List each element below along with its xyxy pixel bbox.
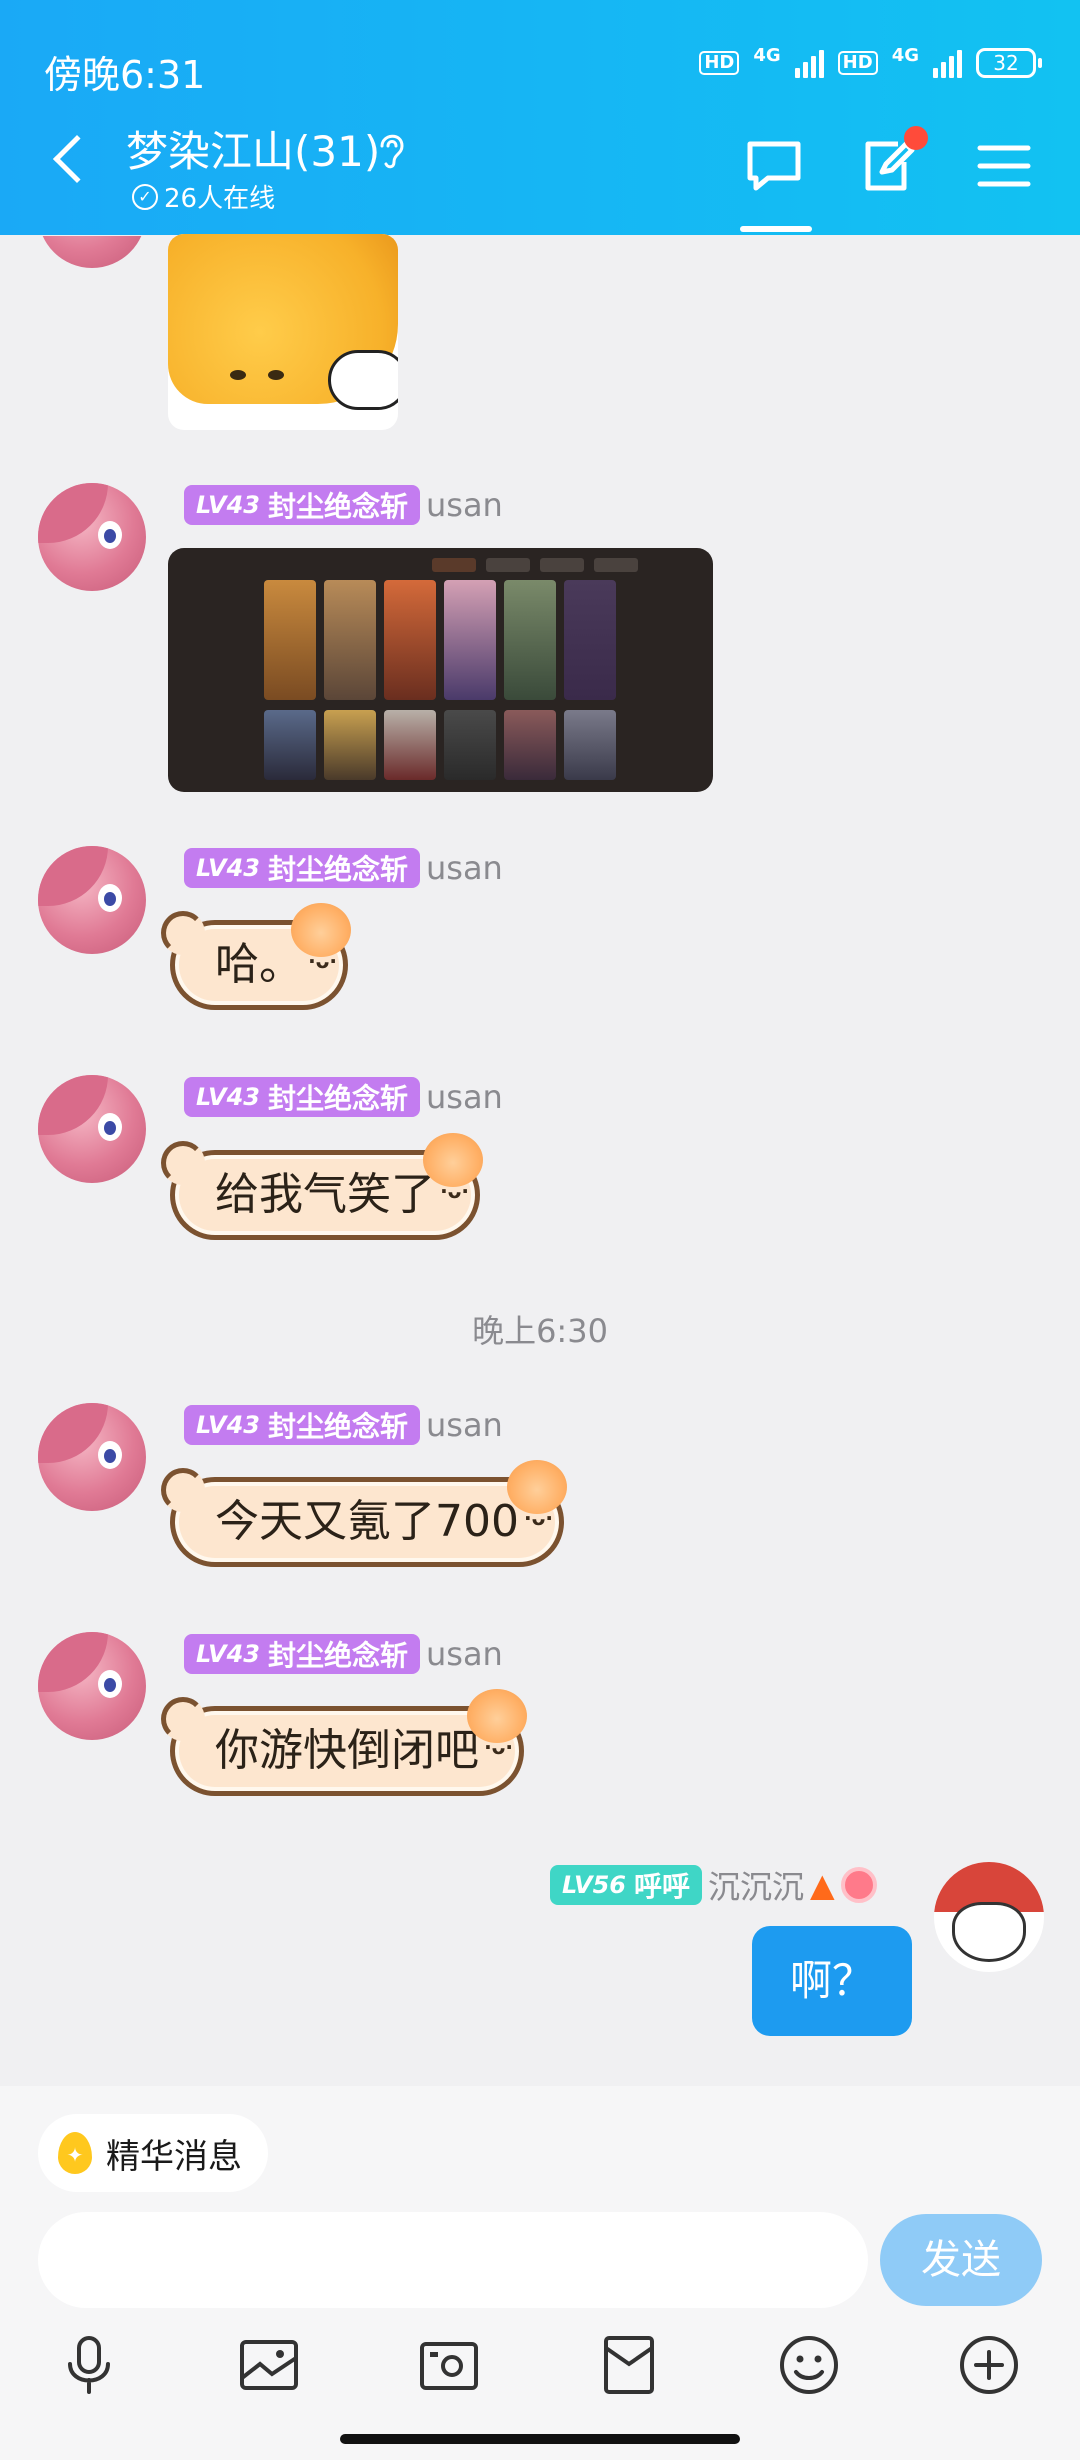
sender-name: usan (425, 849, 503, 887)
level-badge: LV43 封尘绝念斩 (184, 1077, 420, 1117)
avatar[interactable] (38, 1403, 146, 1511)
my-name: 沉沉沉 (707, 1868, 804, 1906)
sticker-image[interactable] (168, 234, 398, 430)
my-avatar[interactable] (934, 1862, 1044, 1972)
essence-label: 精华消息 (106, 2136, 242, 2177)
notification-dot (904, 126, 928, 150)
my-sender-row: LV56 呼呼 沉沉沉 ▲ (550, 1862, 877, 1908)
sender-name: usan (425, 1635, 503, 1673)
chat-bubble-icon[interactable] (744, 136, 804, 196)
online-count: 26人在线 (164, 184, 276, 214)
message-text: 给我气笑了 (215, 1169, 435, 1220)
active-tab-indicator (740, 226, 812, 232)
hd-badge-2: HD (837, 51, 878, 75)
sender-name: usan (425, 486, 503, 524)
signal-icon (794, 48, 824, 78)
online-check-icon: ✓ (132, 183, 158, 210)
flower-badge-icon (840, 1867, 877, 1903)
puppy-decoration-icon: ·ᴗ· (308, 949, 337, 973)
avatar[interactable] (38, 1632, 146, 1740)
message-bubble[interactable]: 你游快倒闭吧 ·ᴗ· (161, 1689, 527, 1796)
online-status: ✓ 26人在线 (132, 178, 275, 215)
message-text: 今天又氪了700 (215, 1496, 519, 1547)
camera-icon[interactable] (414, 2330, 484, 2400)
hd-badge: HD (699, 51, 740, 75)
sender-row: LV43 封尘绝念斩 usan (184, 485, 503, 525)
level-badge: LV43 封尘绝念斩 (184, 485, 420, 525)
avatar[interactable] (38, 846, 146, 954)
microphone-icon[interactable] (54, 2330, 124, 2400)
signal-icon-2 (933, 48, 962, 78)
essence-messages-button[interactable]: ✦ 精华消息 (38, 2114, 268, 2192)
menu-icon[interactable] (974, 136, 1034, 196)
level-badge: LV43 封尘绝念斩 (184, 1634, 420, 1674)
status-time: 傍晚6:31 (44, 53, 206, 97)
back-icon[interactable] (52, 134, 102, 184)
chat-header: 傍晚6:31 HD 4G HD 4G 32 梦染江山(31) ✓ 26人在线 (0, 0, 1080, 235)
message-bubble[interactable]: 今天又氪了700 ·ᴗ· (161, 1460, 567, 1567)
sender-name: usan (425, 1406, 503, 1444)
sender-row: LV43 封尘绝念斩 usan (184, 1405, 503, 1445)
red-packet-icon[interactable] (594, 2330, 664, 2400)
avatar[interactable] (38, 483, 146, 591)
plus-icon[interactable] (954, 2330, 1024, 2400)
network-label: 4G (753, 44, 781, 66)
message-text: 哈。 (215, 939, 303, 990)
time-separator: 晚上6:30 (472, 1312, 608, 1350)
photo-icon[interactable] (234, 2330, 304, 2400)
group-title[interactable]: 梦染江山(31) (126, 118, 380, 179)
status-icons: HD 4G HD 4G 32 (699, 44, 1042, 78)
message-bubble[interactable]: 哈。 ·ᴗ· (161, 903, 351, 1010)
essence-icon: ✦ (58, 2132, 92, 2174)
puppy-decoration-icon: ·ᴗ· (440, 1179, 469, 1203)
fire-icon: ▲ (810, 1866, 835, 1904)
battery-icon: 32 (976, 48, 1042, 78)
sender-row: LV43 封尘绝念斩 usan (184, 1077, 503, 1117)
message-input[interactable] (38, 2212, 868, 2308)
avatar[interactable] (38, 1075, 146, 1183)
message-bubble[interactable]: 给我气笑了 ·ᴗ· (161, 1133, 483, 1240)
puppy-decoration-icon: ·ᴗ· (524, 1506, 553, 1530)
level-badge: LV43 封尘绝念斩 (184, 848, 420, 888)
ear-icon[interactable] (372, 128, 412, 172)
network-label-2: 4G (891, 44, 919, 66)
game-screenshot-image[interactable] (168, 548, 713, 792)
my-level-badge: LV56 呼呼 (550, 1865, 702, 1905)
message-text: 你游快倒闭吧 (215, 1725, 479, 1776)
home-indicator[interactable] (340, 2434, 740, 2444)
my-message-bubble[interactable]: 啊？ (752, 1926, 912, 2036)
sender-name: usan (425, 1078, 503, 1116)
sender-row: LV43 封尘绝念斩 usan (184, 848, 503, 888)
puppy-decoration-icon: ·ᴗ· (484, 1735, 513, 1759)
send-button[interactable]: 发送 (880, 2214, 1042, 2306)
emoji-icon[interactable] (774, 2330, 844, 2400)
sender-row: LV43 封尘绝念斩 usan (184, 1634, 503, 1674)
level-badge: LV43 封尘绝念斩 (184, 1405, 420, 1445)
